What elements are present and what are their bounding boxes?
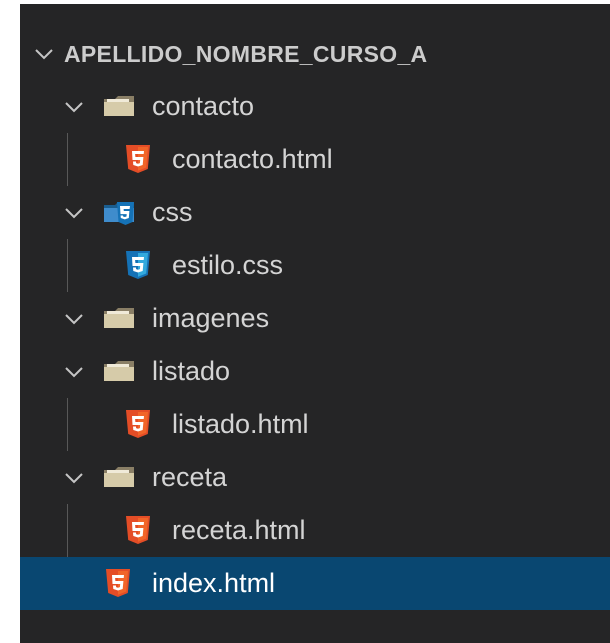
tree-item-label: receta.html	[172, 515, 306, 545]
chevron-down-icon[interactable]	[62, 360, 86, 384]
folder-icon	[104, 308, 134, 328]
tree-item-label: estilo.css	[172, 250, 284, 280]
tree-item-label: contacto	[152, 91, 255, 121]
tree-item-file-contacto-html[interactable]: contacto.html	[20, 133, 610, 186]
tree-item-label: receta	[152, 462, 228, 492]
tree-item-label: listado	[152, 356, 231, 386]
tree-item-file-estilo-css[interactable]: estilo.css	[20, 239, 610, 292]
css-folder-icon	[104, 202, 134, 225]
tree-item-label: contacto.html	[172, 144, 333, 174]
css3-file-icon	[126, 251, 150, 279]
html5-file-icon	[106, 569, 130, 597]
explorer-root-header[interactable]: APELLIDO_NOMBRE_CURSO_A	[20, 28, 610, 80]
tree-item-folder-receta[interactable]: receta	[20, 451, 610, 504]
chevron-down-icon[interactable]	[62, 201, 86, 225]
chevron-down-icon[interactable]	[32, 42, 56, 66]
tree-item-label: index.html	[152, 568, 276, 598]
folder-icon	[104, 361, 134, 381]
folder-icon	[104, 467, 134, 487]
tree-item-folder-contacto[interactable]: contacto	[20, 80, 610, 133]
html5-file-icon	[126, 516, 150, 544]
file-explorer: APELLIDO_NOMBRE_CURSO_A contacto contact…	[20, 4, 610, 643]
tree-item-folder-listado[interactable]: listado	[20, 345, 610, 398]
html5-file-icon	[126, 145, 150, 173]
html5-file-icon	[126, 410, 150, 438]
tree-item-label: css	[152, 197, 193, 227]
tree-item-label: listado.html	[172, 409, 309, 439]
tree-item-file-listado-html[interactable]: listado.html	[20, 398, 610, 451]
chevron-down-icon[interactable]	[62, 95, 86, 119]
tree-item-file-index-html[interactable]: index.html	[20, 557, 610, 610]
root-folder-label: APELLIDO_NOMBRE_CURSO_A	[64, 41, 428, 67]
tree-item-label: imagenes	[152, 303, 270, 333]
tree-item-folder-css[interactable]: css	[20, 186, 610, 239]
folder-icon	[104, 96, 134, 116]
tree-item-file-receta-html[interactable]: receta.html	[20, 504, 610, 557]
tree-item-folder-imagenes[interactable]: imagenes	[20, 292, 610, 345]
chevron-down-icon[interactable]	[62, 466, 86, 490]
chevron-down-icon[interactable]	[62, 307, 86, 331]
